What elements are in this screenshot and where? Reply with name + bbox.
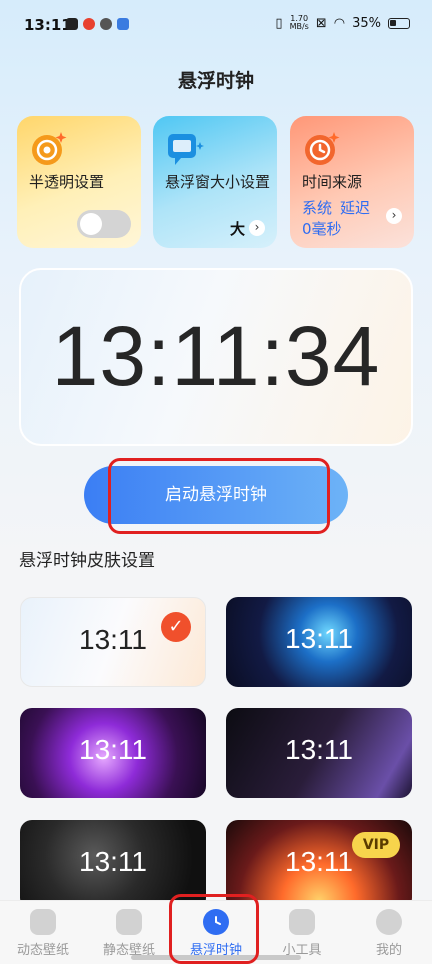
window-size-card[interactable]: 悬浮窗大小设置 大 › xyxy=(153,116,277,248)
nav-item-floating-clock[interactable]: 悬浮时钟 xyxy=(173,909,259,958)
nav-item-static-wallpaper[interactable]: 静态壁纸 xyxy=(86,909,172,958)
status-bar: 13:11 ▯ 1.70 MB/s ⊠ ◠ 35% xyxy=(0,0,432,52)
skin-time: 13:11 xyxy=(285,734,353,765)
start-floating-clock-button[interactable]: 启动悬浮时钟 xyxy=(84,466,348,524)
tools-icon xyxy=(289,909,315,935)
time-source-title: 时间来源 xyxy=(302,173,363,191)
network-speed: 1.70 MB/s xyxy=(289,14,309,31)
lock-wallpaper-icon xyxy=(30,909,56,935)
home-indicator[interactable] xyxy=(131,955,301,960)
time-source-value: 系统 xyxy=(302,199,333,217)
delay-label: 延迟 xyxy=(340,199,371,217)
nav-label: 动态壁纸 xyxy=(16,943,69,958)
translucency-card[interactable]: 半透明设置 xyxy=(17,116,141,248)
skin-option[interactable]: 13:11 VIP xyxy=(226,820,412,910)
profile-icon xyxy=(376,909,402,935)
weibo-notification-icon xyxy=(83,18,95,30)
chevron-right-icon[interactable]: › xyxy=(386,208,402,224)
skin-option[interactable]: 13:11 xyxy=(226,708,412,798)
app-notification-icon xyxy=(100,18,112,30)
skin-option[interactable]: 13:11 xyxy=(20,820,206,910)
nav-label: 我的 xyxy=(375,943,402,958)
translucency-title: 半透明设置 xyxy=(29,173,105,191)
window-size-value: 大 xyxy=(229,220,245,238)
battery-percent: 35% xyxy=(352,15,381,31)
delay-value: 0毫秒 xyxy=(302,220,342,238)
battery-icon xyxy=(388,17,410,29)
clock-preview: 13:11:34 xyxy=(19,268,413,446)
chevron-right-icon[interactable]: › xyxy=(249,220,265,236)
app-notification-icon xyxy=(66,18,78,30)
skin-time: 13:11 xyxy=(285,623,353,654)
nav-item-live-wallpaper[interactable]: 动态壁纸 xyxy=(0,909,86,958)
skin-option[interactable]: 13:11 ✓ xyxy=(20,597,206,687)
clock-icon xyxy=(203,909,229,935)
no-sim-icon: ⊠ xyxy=(315,15,327,31)
wifi-icon: ◠ xyxy=(333,15,346,31)
nav-item-profile[interactable]: 我的 xyxy=(346,909,432,958)
toggle-knob xyxy=(80,213,102,235)
clock-time: 13:11:34 xyxy=(51,309,381,403)
nav-item-tools[interactable]: 小工具 xyxy=(259,909,345,958)
floating-window-icon xyxy=(168,134,204,165)
app-notification-icon xyxy=(117,18,129,30)
skin-time: 13:11 xyxy=(79,846,147,877)
notification-icons xyxy=(66,18,129,30)
skin-time: 13:11 xyxy=(79,734,147,765)
vibrate-icon: ▯ xyxy=(275,15,283,31)
page-title: 悬浮时钟 xyxy=(177,70,254,92)
skin-option[interactable]: 13:11 xyxy=(226,597,412,687)
window-size-title: 悬浮窗大小设置 xyxy=(165,173,271,191)
vip-badge: VIP xyxy=(352,832,400,858)
status-time: 13:11 xyxy=(24,16,72,34)
clock-source-icon xyxy=(305,132,340,165)
time-source-info: 系统 延迟 0毫秒 xyxy=(302,198,392,240)
translucency-settings-icon xyxy=(32,132,67,165)
check-icon: ✓ xyxy=(161,612,191,642)
translucency-toggle[interactable] xyxy=(77,210,131,238)
bottom-nav: 动态壁纸 静态壁纸 悬浮时钟 小工具 我的 xyxy=(0,900,432,964)
skin-option[interactable]: 13:11 xyxy=(20,708,206,798)
time-source-card[interactable]: 时间来源 系统 延迟 0毫秒 › xyxy=(290,116,414,248)
status-indicators: ▯ 1.70 MB/s ⊠ ◠ 35% xyxy=(275,15,410,31)
image-wallpaper-icon xyxy=(116,909,142,935)
skins-section-title: 悬浮时钟皮肤设置 xyxy=(19,551,155,571)
